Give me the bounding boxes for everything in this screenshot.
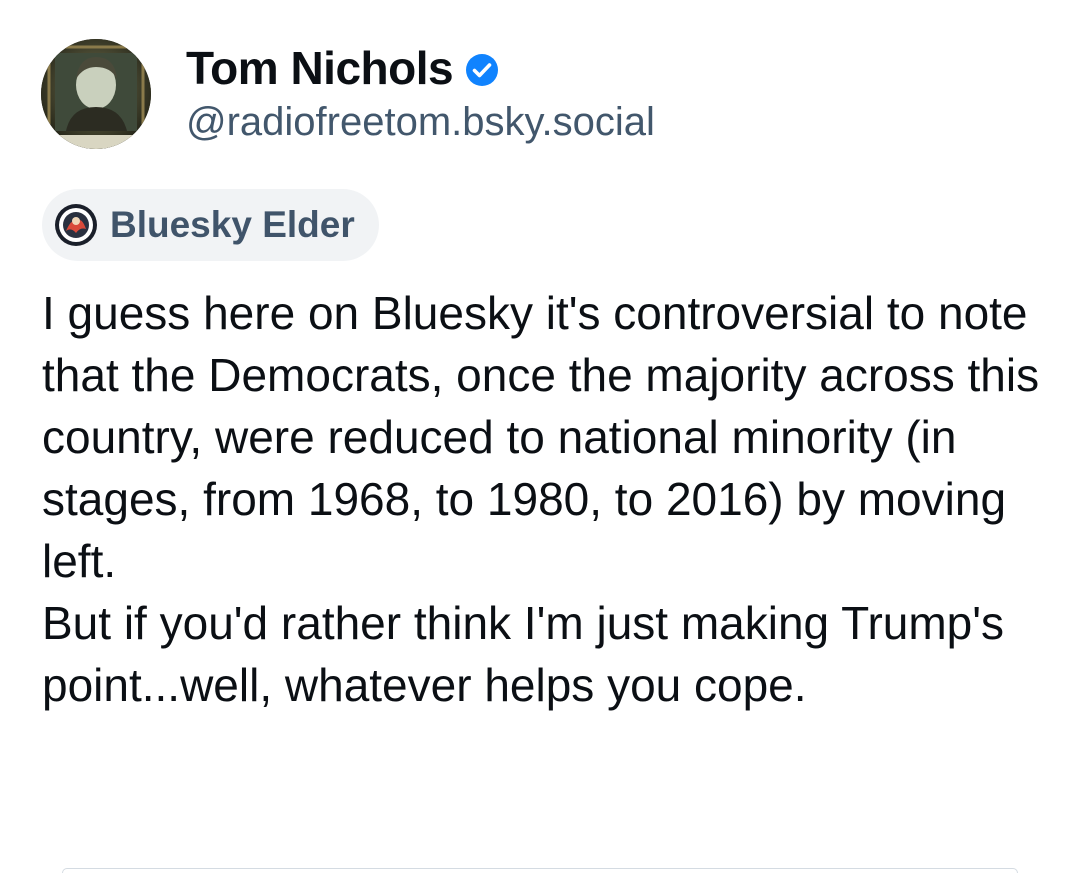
post-paragraph-2: But if you'd rather think I'm just makin… [42, 597, 1005, 711]
bluesky-elder-icon [54, 203, 98, 247]
post-paragraph-1: I guess here on Bluesky it's controversi… [42, 287, 1040, 587]
badge-label: Bluesky Elder [110, 204, 355, 245]
next-card-edge [62, 868, 1018, 873]
post-card: Tom Nichols @radiofreetom.bsky.social Bl… [0, 0, 1080, 873]
avatar-photo-icon [41, 39, 151, 149]
author-display-name[interactable]: Tom Nichols [186, 41, 454, 95]
avatar[interactable] [41, 39, 151, 149]
verified-check-icon[interactable] [465, 53, 499, 87]
author-handle[interactable]: @radiofreetom.bsky.social [186, 100, 655, 145]
author-name-row: Tom Nichols [186, 40, 499, 96]
post-text: I guess here on Bluesky it's controversi… [42, 282, 1052, 716]
bluesky-elder-badge[interactable]: Bluesky Elder [42, 189, 379, 261]
